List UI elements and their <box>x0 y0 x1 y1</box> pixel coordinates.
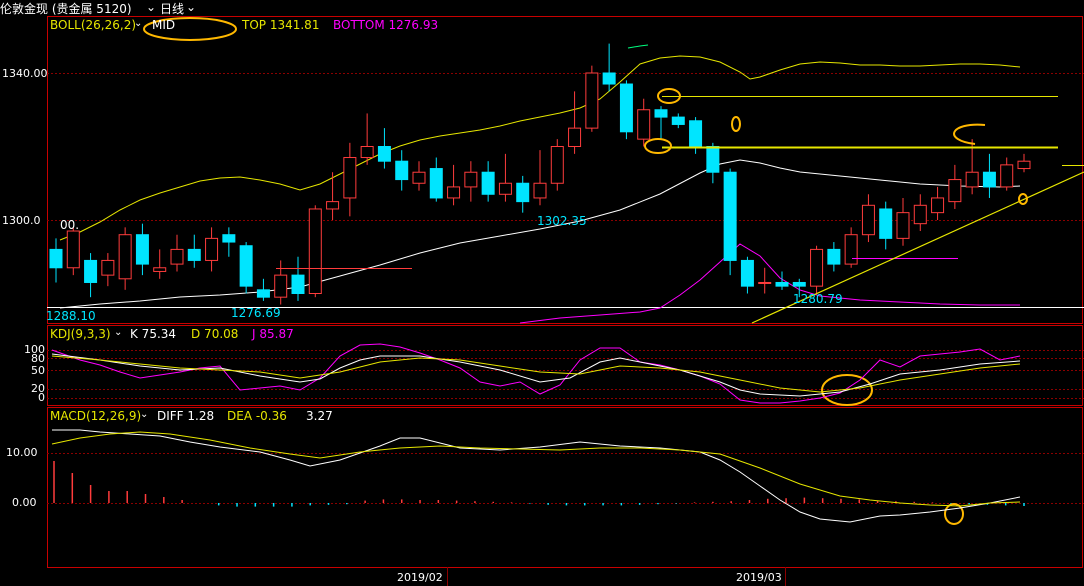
candle-body[interactable] <box>239 245 253 287</box>
left-value-annotation-2: 00. <box>60 218 80 232</box>
candle-body[interactable] <box>550 146 564 184</box>
candle-body[interactable] <box>931 197 945 214</box>
kdj-j-line <box>51 343 1021 404</box>
left-value-annotation: 1288.10 <box>46 309 96 323</box>
candle-body[interactable] <box>671 116 685 125</box>
low-annotation-1: 1276.69 <box>231 306 281 320</box>
macd-diff-label: DIFF 1.28 <box>157 409 215 423</box>
macd-chevron-icon[interactable]: ⌄ <box>140 409 148 420</box>
candle-body[interactable] <box>135 234 149 265</box>
candle-body[interactable] <box>965 171 979 188</box>
boll-top-label: TOP 1341.81 <box>242 18 320 32</box>
candle-body[interactable] <box>498 182 512 195</box>
candle-body[interactable] <box>533 182 547 199</box>
candle-body[interactable] <box>308 208 322 295</box>
low-annotation-2: 1302.35 <box>537 214 587 228</box>
date-label-2: 2019/03 <box>736 571 782 584</box>
date-label-1: 2019/02 <box>397 571 443 584</box>
candle-body[interactable] <box>412 171 426 184</box>
candle-body[interactable] <box>654 109 668 118</box>
candle-body[interactable] <box>118 234 132 280</box>
candle-body[interactable] <box>1017 160 1031 170</box>
candle-body[interactable] <box>723 171 737 261</box>
candle-body[interactable] <box>395 160 409 181</box>
candle-body[interactable] <box>706 146 720 173</box>
macd-dea-label: DEA -0.36 <box>227 409 287 423</box>
candle-body[interactable] <box>861 204 875 236</box>
candle-body[interactable] <box>326 201 340 210</box>
kdj-chevron-icon[interactable]: ⌄ <box>114 327 122 338</box>
candle-body[interactable] <box>1000 164 1014 188</box>
candle-body[interactable] <box>274 274 288 298</box>
boll-chevron-icon[interactable]: ⌄ <box>134 18 142 29</box>
kdj-d-line <box>51 355 1021 393</box>
candle-body[interactable] <box>740 259 754 287</box>
price-panel-border <box>47 16 1083 324</box>
candle-body[interactable] <box>343 157 357 199</box>
candle-body[interactable] <box>913 204 927 225</box>
candle-body[interactable] <box>101 259 115 276</box>
candle-body[interactable] <box>568 127 582 147</box>
ellipse-annotation-3 <box>731 116 741 132</box>
candle-body[interactable] <box>516 182 530 203</box>
candle-body[interactable] <box>187 248 201 261</box>
kdj-k-label: K 75.34 <box>130 327 177 341</box>
kdj-tick-50: 50 <box>31 364 45 377</box>
candle-body[interactable] <box>66 230 80 269</box>
candle-body[interactable] <box>84 259 98 283</box>
candle-body[interactable] <box>619 83 633 133</box>
candle-body[interactable] <box>464 171 478 188</box>
candle-body[interactable] <box>205 237 219 261</box>
kdj-tick-0: 0 <box>38 391 45 404</box>
macd-name-label: MACD(12,26,9) <box>50 409 142 423</box>
candle-body[interactable] <box>810 248 824 287</box>
candle-body[interactable] <box>360 146 374 159</box>
candlestick-series <box>49 43 1031 305</box>
candle-body[interactable] <box>49 248 63 269</box>
chart-canvas[interactable] <box>0 0 1084 586</box>
low-annotation-3: 1280.79 <box>793 292 843 306</box>
candle-body[interactable] <box>896 212 910 239</box>
macd-value-label: 3.27 <box>306 409 333 423</box>
candle-body[interactable] <box>291 274 305 294</box>
candle-body[interactable] <box>827 248 841 265</box>
boll-mid-label: MID <box>152 18 176 32</box>
candle-body[interactable] <box>153 267 167 272</box>
candle-body[interactable] <box>481 171 495 195</box>
kdj-name-label: KDJ(9,3,3) <box>50 327 111 341</box>
ellipse-annotation-4 <box>953 123 986 145</box>
candle-body[interactable] <box>844 234 858 265</box>
macd-tick-0: 0.00 <box>12 496 37 509</box>
kdj-j-label: J 85.87 <box>252 327 294 341</box>
candle-body[interactable] <box>602 72 616 85</box>
price-tick-1300: 1300.0 <box>2 214 41 227</box>
candle-body[interactable] <box>170 248 184 265</box>
boll-name-label: BOLL(26,26,2) <box>50 18 137 32</box>
macd-panel-border <box>47 407 1083 568</box>
candle-body[interactable] <box>948 179 962 203</box>
candle-body[interactable] <box>879 208 893 239</box>
kdj-d-label: D 70.08 <box>191 327 239 341</box>
candle-body[interactable] <box>758 281 772 284</box>
ellipse-annotation-2 <box>644 138 672 154</box>
candle-body[interactable] <box>447 186 461 199</box>
candle-body[interactable] <box>637 109 651 140</box>
candle-body[interactable] <box>222 234 236 243</box>
candle-body[interactable] <box>429 168 443 199</box>
price-tick-1340: 1340.00 <box>2 67 48 80</box>
candle-body[interactable] <box>377 146 391 162</box>
macd-histogram <box>53 461 1025 507</box>
candle-body[interactable] <box>982 171 996 188</box>
candle-body[interactable] <box>585 72 599 129</box>
candle-body[interactable] <box>775 281 789 287</box>
candle-body[interactable] <box>689 120 703 148</box>
ellipse-macd-cross <box>944 503 964 525</box>
candle-body[interactable] <box>792 281 806 287</box>
macd-diff-line <box>52 429 1021 523</box>
macd-tick-10: 10.00 <box>6 446 38 459</box>
boll-top-fragment <box>627 44 649 49</box>
candle-body[interactable] <box>256 289 270 298</box>
boll-bottom-label: BOTTOM 1276.93 <box>333 18 439 32</box>
